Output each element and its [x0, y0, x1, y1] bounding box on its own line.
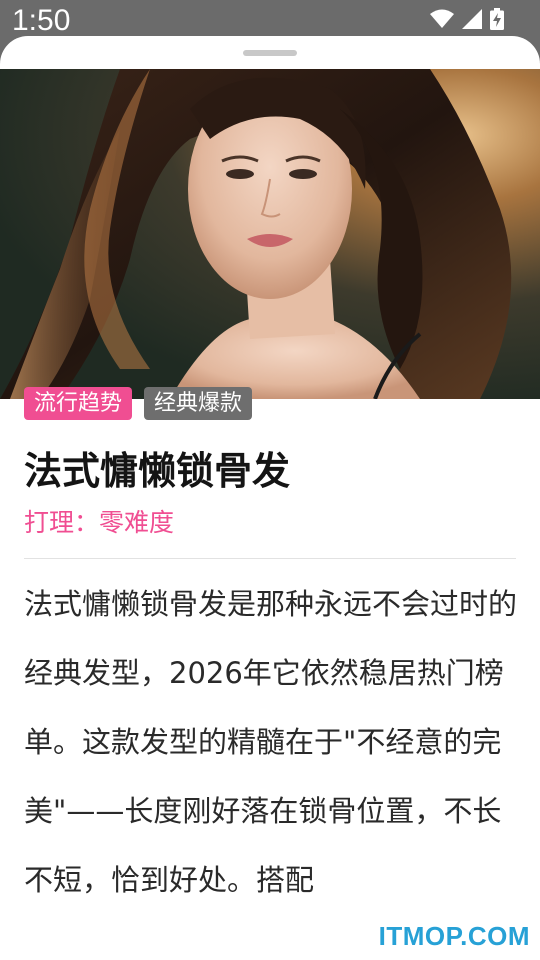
- battery-charging-icon: [490, 8, 504, 30]
- divider: [24, 558, 516, 559]
- status-time: 1:50: [12, 4, 71, 37]
- watermark-logo: ITMOP.COM: [378, 921, 530, 951]
- tag-trending[interactable]: 流行趋势: [24, 387, 133, 420]
- status-icons: [430, 8, 504, 30]
- tag-list: 流行趋势 经典爆款: [24, 387, 253, 420]
- tag-classic[interactable]: 经典爆款: [144, 387, 253, 420]
- hairstyle-title: 法式慵懒锁骨发: [24, 449, 291, 493]
- drag-handle[interactable]: [243, 50, 297, 56]
- hero-image: [0, 69, 540, 399]
- cellular-signal-icon: [462, 9, 482, 29]
- hairstyle-photo: [0, 69, 512, 399]
- care-level: 打理：零难度: [24, 508, 175, 537]
- description-text: 法式慵懒锁骨发是那种永远不会过时的经典发型，2026年它依然稳居热门榜单。这款发…: [24, 587, 518, 897]
- wifi-icon: [430, 9, 454, 28]
